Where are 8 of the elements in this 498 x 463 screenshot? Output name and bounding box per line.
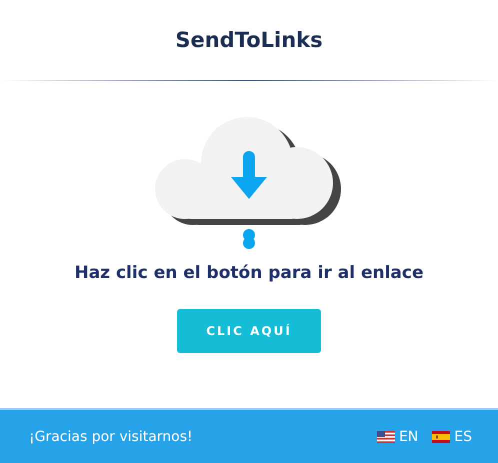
site-title: SendToLinks bbox=[175, 28, 323, 52]
us-flag-icon bbox=[376, 430, 395, 442]
instruction-heading: Haz clic en el botón para ir al enlace bbox=[74, 263, 424, 283]
language-link[interactable]: ES bbox=[432, 428, 472, 444]
thanks-text: ¡Gracias por visitarnos! bbox=[29, 428, 193, 444]
language-link[interactable]: EN bbox=[376, 428, 418, 444]
click-here-button[interactable]: CLIC AQUÍ bbox=[177, 309, 321, 353]
spain-flag-icon bbox=[432, 430, 450, 442]
